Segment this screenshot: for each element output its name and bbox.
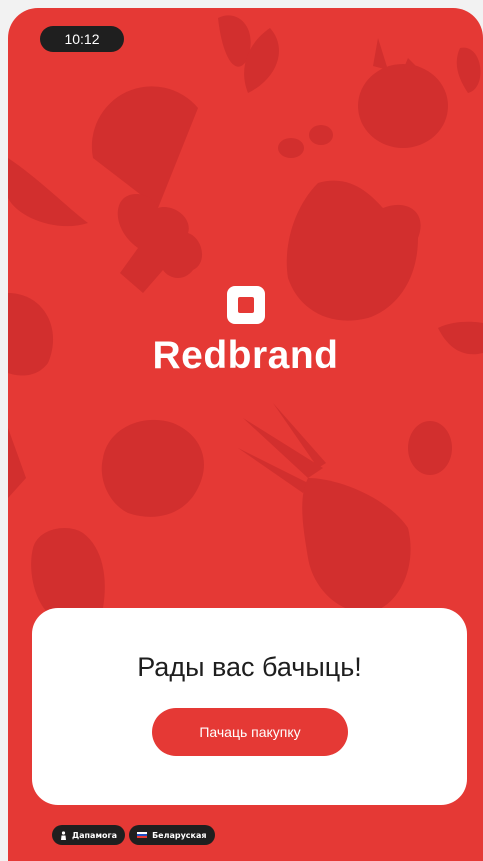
- help-label: Дапамога: [72, 830, 118, 840]
- language-chip[interactable]: Беларуская: [129, 825, 215, 845]
- brand-name: Redbrand: [152, 334, 339, 377]
- start-shopping-button[interactable]: Пачаць пакупку: [152, 708, 348, 756]
- tomato-shape: [358, 64, 448, 148]
- welcome-greeting: Рады вас бачыць!: [137, 652, 362, 682]
- status-time: 10:12: [40, 26, 124, 52]
- person-icon: [61, 830, 66, 840]
- footer-chips: Дапамога Беларуская: [52, 825, 215, 845]
- leaf-shape: [218, 15, 251, 67]
- egg-shape: [408, 421, 452, 475]
- brand-logo: Redbrand: [8, 286, 483, 378]
- citrus-slice-shape: [91, 86, 198, 208]
- help-chip[interactable]: Дапамога: [52, 825, 126, 845]
- device-screen: 10:12 Redbrand Рады вас бачыць! Пачаць п…: [8, 8, 483, 861]
- language-label: Беларуская: [152, 830, 207, 840]
- chili-shape: [456, 47, 481, 93]
- welcome-card: Рады вас бачыць! Пачаць пакупку: [32, 608, 467, 805]
- banana-shape: [8, 158, 88, 227]
- brand-mark-icon: [226, 286, 265, 324]
- carrot-shape: [302, 478, 411, 613]
- broccoli-shape: [117, 193, 203, 293]
- leaf-shape: [8, 428, 26, 498]
- flag-icon: [137, 831, 148, 839]
- lemon-shape: [101, 419, 204, 517]
